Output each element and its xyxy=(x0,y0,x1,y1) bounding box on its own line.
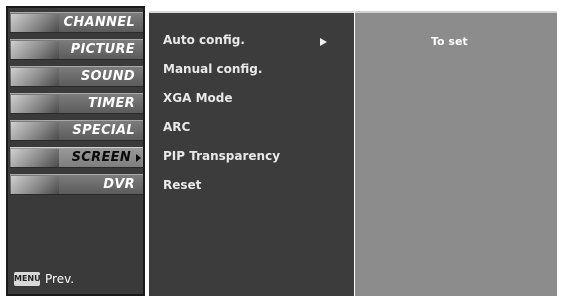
selected-arrow-icon xyxy=(136,154,141,162)
menu-item-timer[interactable]: TIMER xyxy=(10,93,143,114)
menu-item-special[interactable]: SPECIAL xyxy=(10,120,143,141)
menu-item-label: SCREEN xyxy=(71,150,131,165)
submenu-arrow-icon xyxy=(320,38,327,46)
prev-label: Prev. xyxy=(45,272,75,286)
submenu-item-manual-config[interactable]: Manual config. xyxy=(163,62,262,76)
menu-item-screen[interactable]: SCREEN xyxy=(10,147,143,168)
main-menu-panel: CHANNEL PICTURE SOUND TIMER SPECIAL SCRE… xyxy=(6,6,145,296)
submenu-item-arc[interactable]: ARC xyxy=(163,120,190,134)
menu-key-icon: MENU xyxy=(14,272,41,286)
menu-item-label: DVR xyxy=(103,177,135,192)
to-set-label: To set xyxy=(431,35,468,48)
menu-item-picture[interactable]: PICTURE xyxy=(10,39,143,60)
submenu-item-auto-config[interactable]: Auto config. xyxy=(163,33,245,47)
special-thumbnail-icon xyxy=(11,122,59,140)
channel-thumbnail-icon xyxy=(11,14,59,32)
submenu-item-pip-transparency[interactable]: PIP Transparency xyxy=(163,149,280,163)
timer-thumbnail-icon xyxy=(11,95,59,113)
menu-item-channel[interactable]: CHANNEL xyxy=(10,12,143,33)
submenu-panel: Auto config. Manual config. XGA Mode ARC… xyxy=(149,11,354,296)
submenu-item-reset[interactable]: Reset xyxy=(163,178,201,192)
dvr-thumbnail-icon xyxy=(11,176,59,194)
menu-item-label: PICTURE xyxy=(70,42,135,57)
sound-thumbnail-icon xyxy=(11,68,59,86)
menu-item-label: TIMER xyxy=(87,96,135,111)
menu-item-dvr[interactable]: DVR xyxy=(10,174,143,195)
menu-item-label: SPECIAL xyxy=(72,123,135,138)
menu-item-sound[interactable]: SOUND xyxy=(10,66,143,87)
screen-thumbnail-icon xyxy=(11,149,59,167)
submenu-item-xga-mode[interactable]: XGA Mode xyxy=(163,91,232,105)
detail-panel: To set xyxy=(355,11,557,296)
picture-thumbnail-icon xyxy=(11,41,59,59)
menu-item-label: SOUND xyxy=(80,69,135,84)
menu-item-label: CHANNEL xyxy=(63,15,135,30)
